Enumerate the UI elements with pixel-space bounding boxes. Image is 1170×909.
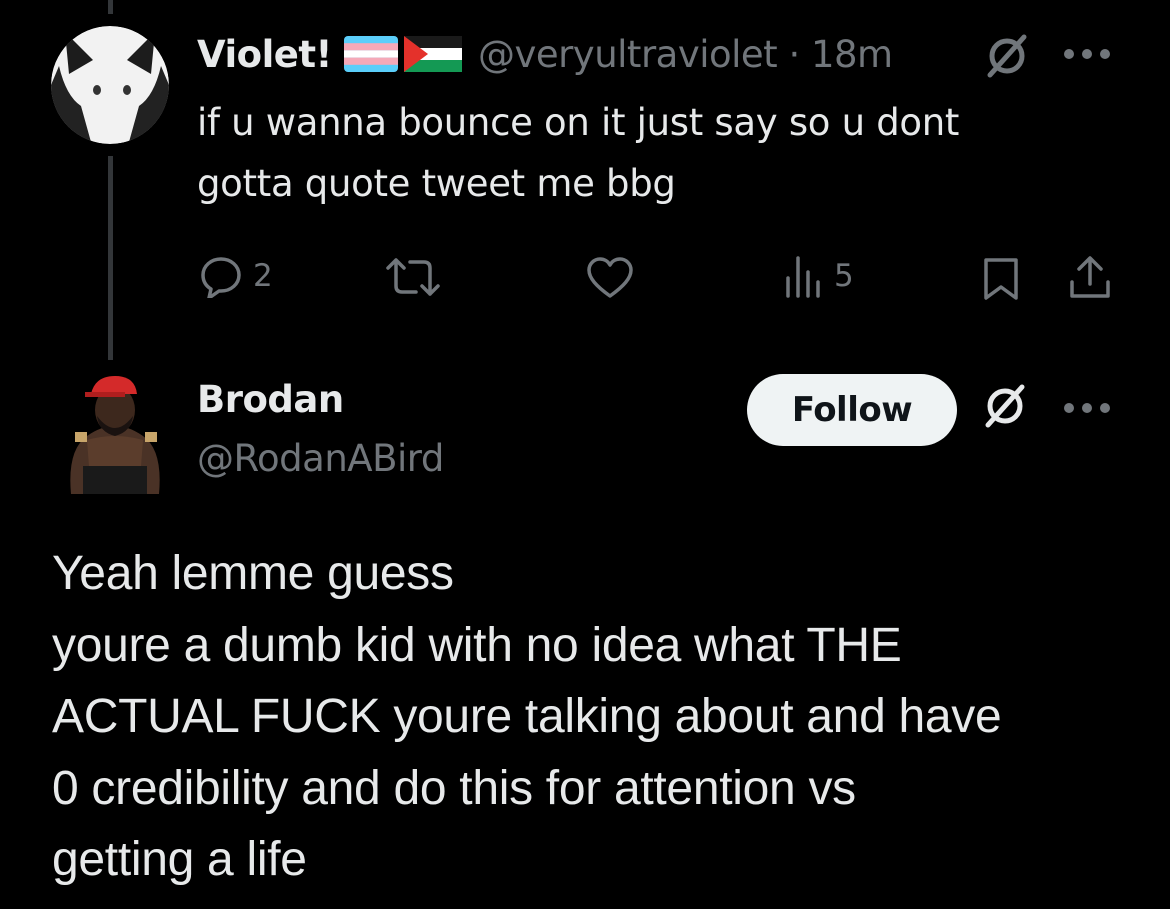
handle[interactable]: @RodanABird <box>197 437 444 480</box>
handle-timestamp[interactable]: @veryultraviolet · 18m <box>478 33 893 76</box>
tweet-text-line: gotta quote tweet me bbg <box>197 162 676 205</box>
bookmark-button[interactable] <box>982 256 1020 302</box>
tweet-text: if u wanna bounce on it just say so u do… <box>197 92 1097 214</box>
tweet-text-line: getting a life <box>52 833 307 886</box>
views-icon <box>784 254 824 298</box>
like-button[interactable] <box>586 256 644 300</box>
retweet-icon <box>384 256 442 298</box>
views-count: 5 <box>834 258 854 294</box>
palestine-flag-icon <box>403 36 462 72</box>
tweet-text-line: ACTUAL FUCK youre talking about and have <box>52 690 1002 743</box>
tweet-header: Violet! @veryultraviolet · 18m <box>197 28 893 80</box>
tweet-text-line: Yeah lemme guess <box>52 547 454 600</box>
transgender-flag-icon <box>343 36 398 72</box>
display-name[interactable]: Violet! <box>197 33 332 76</box>
share-icon <box>1068 254 1112 300</box>
tweet-text-line: youre a dumb kid with no idea what THE <box>52 618 902 672</box>
tweet-text: Yeah lemme guess youre a dumb kid with n… <box>52 538 1142 896</box>
thread-line-top <box>108 0 113 14</box>
share-button[interactable] <box>1068 254 1112 300</box>
grok-icon[interactable] <box>984 33 1030 83</box>
retweet-button[interactable] <box>384 256 452 298</box>
avatar[interactable] <box>61 370 169 494</box>
heart-icon <box>586 256 634 300</box>
views-button[interactable]: 5 <box>784 254 854 298</box>
grok-icon[interactable] <box>982 383 1028 433</box>
avatar[interactable] <box>51 26 169 144</box>
more-icon[interactable] <box>1062 46 1112 65</box>
reply-icon <box>199 254 243 298</box>
action-bar: 2 5 <box>0 252 1170 302</box>
bookmark-icon <box>982 256 1020 302</box>
reply-count: 2 <box>253 258 273 294</box>
tweet-text-line: if u wanna bounce on it just say so u do… <box>197 101 960 144</box>
more-icon[interactable] <box>1062 400 1112 419</box>
reply-button[interactable]: 2 <box>199 254 273 298</box>
display-name[interactable]: Brodan <box>197 378 344 421</box>
tweet-text-line: 0 credibility and do this for attention … <box>52 761 856 815</box>
follow-button[interactable]: Follow <box>747 374 957 446</box>
